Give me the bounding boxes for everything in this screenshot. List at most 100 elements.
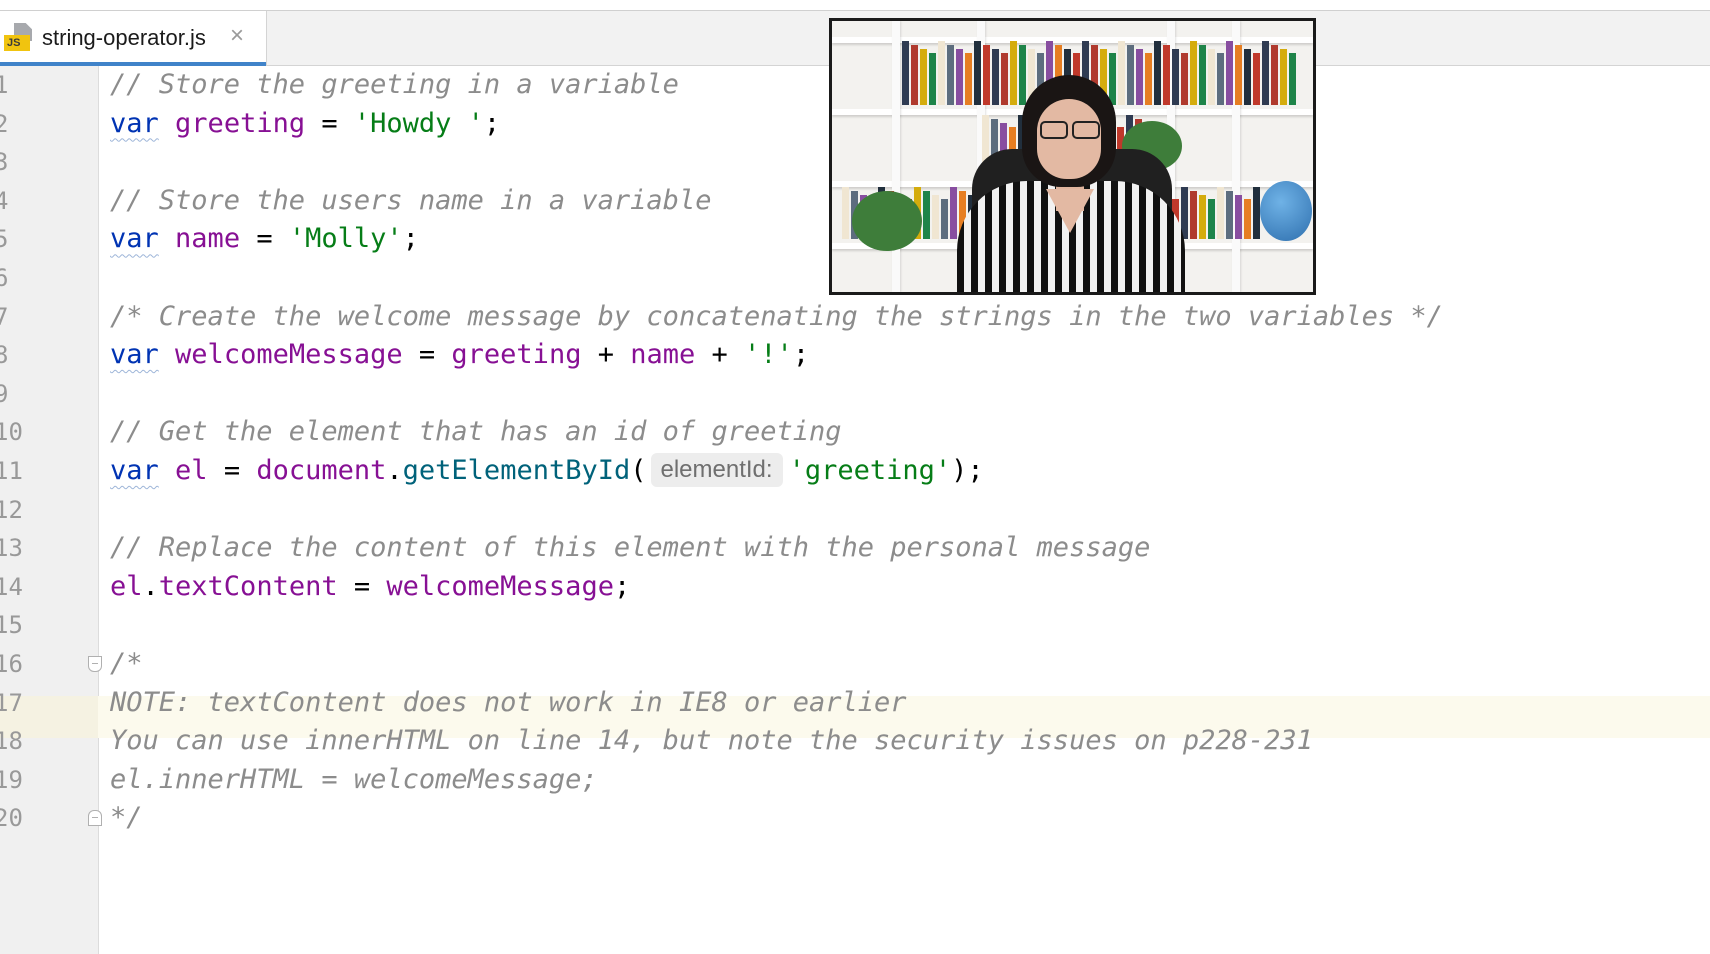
book xyxy=(1262,41,1269,105)
code-token: 'Molly' xyxy=(288,223,403,255)
book xyxy=(1280,49,1287,105)
code-token: = xyxy=(402,339,452,371)
book xyxy=(1226,191,1233,239)
code-line[interactable]: NOTE: textContent does not work in IE8 o… xyxy=(110,682,907,724)
line-number: 19 xyxy=(0,765,23,794)
book xyxy=(992,49,999,105)
code-token: You can use innerHTML on line 14, but no… xyxy=(110,725,1313,757)
code-token: textContent xyxy=(158,570,338,602)
line-number: 8 xyxy=(0,341,9,370)
book xyxy=(947,45,954,105)
code-token: + xyxy=(581,339,631,371)
js-file-badge: JS xyxy=(4,35,30,51)
line-number: 12 xyxy=(0,495,23,524)
parameter-hint: elementId: xyxy=(650,452,783,487)
code-line[interactable]: var el = document.getElementById(element… xyxy=(110,450,984,492)
book xyxy=(1172,49,1179,105)
line-number: 15 xyxy=(0,611,23,640)
line-number: 6 xyxy=(0,264,9,292)
tab-string-operator-js[interactable]: JS string-operator.js × xyxy=(0,11,267,66)
code-token: . xyxy=(386,455,403,486)
code-token: // Store the users name in a variable xyxy=(110,184,712,216)
code-token: '!' xyxy=(744,339,793,371)
fold-end-icon[interactable] xyxy=(88,810,102,827)
code-line[interactable]: // Replace the content of this element w… xyxy=(110,527,1150,569)
code-line[interactable]: // Get the element that has an id of gre… xyxy=(110,411,842,453)
js-file-icon: JS xyxy=(4,23,34,53)
book xyxy=(1010,41,1017,105)
code-token: NOTE: textContent does not work in IE8 o… xyxy=(110,686,907,718)
book xyxy=(950,187,957,239)
close-tab-icon[interactable]: × xyxy=(230,22,244,50)
book xyxy=(983,45,990,105)
book xyxy=(1217,187,1224,239)
code-line[interactable]: */ xyxy=(110,797,143,839)
fold-collapse-icon[interactable] xyxy=(88,656,102,672)
code-token: /* Create the welcome message by concate… xyxy=(110,300,1443,332)
code-line[interactable]: el.innerHTML = welcomeMessage; xyxy=(110,759,598,801)
book xyxy=(1235,45,1242,105)
code-token: getElementById xyxy=(402,455,631,486)
code-token: // Store the greeting in a variable xyxy=(110,69,679,100)
code-line[interactable]: You can use innerHTML on line 14, but no… xyxy=(110,720,1313,762)
code-line[interactable]: var name = 'Molly'; xyxy=(110,218,419,260)
book xyxy=(956,49,963,105)
code-token: /* xyxy=(110,648,143,679)
book xyxy=(1217,53,1224,105)
line-number: 9 xyxy=(0,379,9,408)
book xyxy=(1190,191,1197,239)
code-token: 'greeting' xyxy=(788,455,952,486)
globe-icon xyxy=(1260,181,1312,241)
book xyxy=(1190,41,1197,105)
book xyxy=(941,199,948,239)
code-token: name xyxy=(630,339,696,371)
code-line[interactable]: /* xyxy=(110,643,143,685)
line-number: 20 xyxy=(0,804,23,833)
book xyxy=(938,41,945,105)
code-token: = xyxy=(305,107,354,139)
book xyxy=(1163,45,1170,105)
book xyxy=(1154,41,1161,105)
book xyxy=(902,41,909,105)
code-token: el xyxy=(110,570,143,602)
code-line[interactable]: // Store the users name in a variable xyxy=(110,180,711,222)
line-number: 11 xyxy=(0,457,23,485)
book xyxy=(923,191,930,239)
window-top-edge xyxy=(0,0,1710,11)
line-number: 5 xyxy=(0,225,9,254)
book xyxy=(1001,53,1008,105)
code-token: var xyxy=(110,223,159,255)
code-token: greeting xyxy=(175,107,306,139)
book xyxy=(1289,53,1296,105)
code-token: var xyxy=(110,339,159,371)
line-number: 17 xyxy=(0,688,23,717)
tab-filename: string-operator.js xyxy=(42,25,206,50)
book xyxy=(1136,49,1143,105)
code-token: // Replace the content of this element w… xyxy=(110,532,1151,564)
code-line[interactable]: var welcomeMessage = greeting + name + '… xyxy=(110,334,809,376)
book xyxy=(1253,53,1260,105)
book xyxy=(1244,49,1251,105)
code-line[interactable]: // Store the greeting in a variable xyxy=(110,64,679,106)
code-line[interactable]: var greeting = 'Howdy '; xyxy=(110,103,500,145)
book xyxy=(974,41,981,105)
code-token: = xyxy=(337,570,387,602)
line-number: 18 xyxy=(0,727,23,756)
code-token: ); xyxy=(951,455,984,486)
code-line[interactable]: /* Create the welcome message by concate… xyxy=(110,296,1443,338)
code-token: ( xyxy=(630,455,647,486)
code-token: + xyxy=(695,339,745,371)
book xyxy=(1118,41,1125,105)
code-token: ; xyxy=(613,570,631,602)
code-token: // Get the element that has an id of gre… xyxy=(110,416,842,448)
book xyxy=(1145,53,1152,105)
code-token: */ xyxy=(110,802,143,834)
book xyxy=(1253,187,1260,239)
code-token: = xyxy=(207,455,257,486)
code-line[interactable]: el.textContent = welcomeMessage; xyxy=(110,566,630,608)
book xyxy=(842,187,849,239)
glasses-icon xyxy=(1036,121,1102,141)
code-token: 'Howdy ' xyxy=(353,107,484,139)
